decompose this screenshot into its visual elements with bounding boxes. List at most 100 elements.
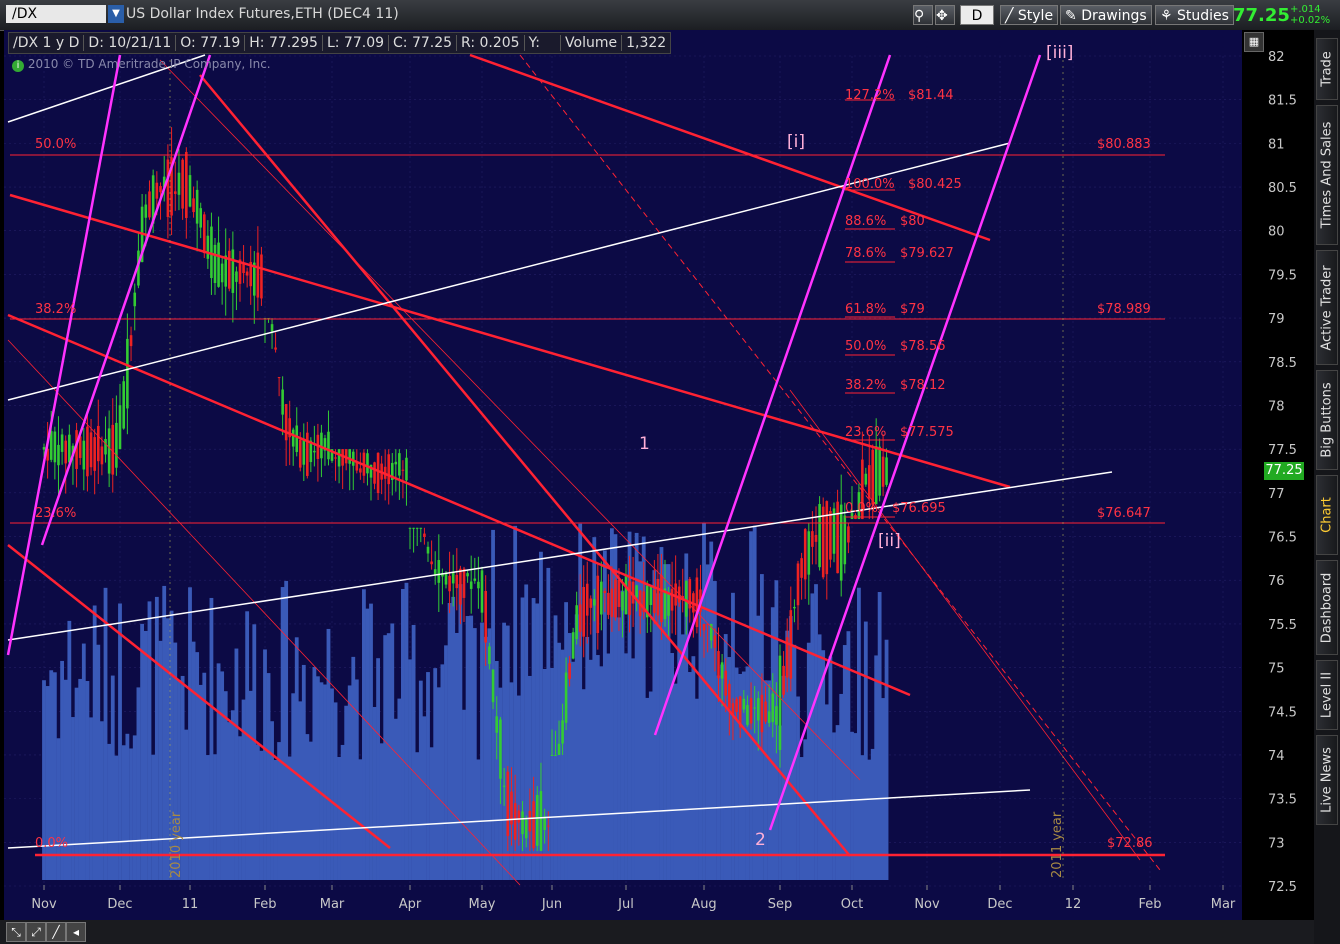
chart-area[interactable]: 50.0% 38.2% 23.6% 0.0% $80.883 $78.989 $… bbox=[4, 30, 1242, 920]
style-button[interactable]: ╱ Style bbox=[1000, 5, 1059, 25]
candle-body bbox=[426, 546, 430, 554]
time-tick-label: Jul bbox=[617, 897, 634, 912]
volume-bar bbox=[205, 755, 210, 880]
tab-active-trader[interactable]: Active Trader bbox=[1316, 250, 1338, 365]
studies-button[interactable]: ⚘ Studies bbox=[1155, 5, 1234, 25]
zoom-in-icon[interactable]: ⤢ bbox=[26, 922, 46, 942]
volume-bar bbox=[358, 759, 363, 880]
info-icon[interactable]: i bbox=[12, 60, 24, 72]
candle-body bbox=[306, 432, 309, 476]
zoom-icon[interactable]: ⚲ bbox=[913, 5, 933, 25]
candle-body bbox=[728, 683, 731, 709]
volume-bar bbox=[376, 658, 380, 880]
volume-bar bbox=[606, 653, 611, 880]
volume-bar bbox=[451, 596, 456, 880]
candle-body bbox=[89, 432, 93, 468]
volume-bar bbox=[716, 675, 721, 880]
fib-retrace-pct: 61.8% bbox=[845, 302, 886, 317]
time-tick-label: Mar bbox=[320, 897, 345, 912]
tab-live-news[interactable]: Live News bbox=[1316, 735, 1338, 825]
tab-label: Level II bbox=[1319, 671, 1335, 719]
tab-big-buttons[interactable]: Big Buttons bbox=[1316, 370, 1338, 470]
volume-bar bbox=[881, 698, 885, 880]
instrument-description: US Dollar Index Futures,ETH (DEC4 11) bbox=[126, 6, 399, 22]
volume-bar bbox=[673, 683, 678, 880]
candle-body bbox=[419, 527, 423, 529]
candle-body bbox=[199, 208, 203, 228]
candle-body bbox=[188, 175, 192, 207]
candle-body bbox=[800, 558, 803, 578]
candle-body bbox=[213, 244, 217, 283]
time-tick-label: Feb bbox=[1138, 897, 1161, 912]
candle-body bbox=[532, 801, 535, 849]
symbol-input[interactable]: /DX bbox=[6, 5, 106, 23]
scroll-left-icon[interactable]: ◂ bbox=[66, 922, 86, 942]
tab-level-ii[interactable]: Level II bbox=[1316, 660, 1338, 730]
price-scale[interactable]: ▦ 82 81.5 81 80.5 80 79.5 79 78.5 78 77.5 77 76.5 76… bbox=[1242, 30, 1314, 920]
candle-body bbox=[617, 579, 621, 607]
fib-left-label: 23.6% bbox=[35, 506, 76, 521]
volume-bar bbox=[687, 672, 692, 880]
time-tick-label: Apr bbox=[399, 897, 422, 912]
volume-bar bbox=[397, 698, 402, 880]
volume-bar bbox=[202, 672, 207, 880]
volume-bar bbox=[216, 663, 221, 880]
volume-bar bbox=[259, 750, 264, 880]
symbol-dropdown-icon[interactable]: ▼ bbox=[108, 5, 124, 23]
candle-body bbox=[547, 825, 550, 827]
candle-body bbox=[298, 439, 302, 468]
volume-bar bbox=[266, 673, 271, 880]
time-tick-label: 12 bbox=[1065, 897, 1082, 912]
candle-body bbox=[437, 560, 441, 583]
candle-body bbox=[864, 473, 868, 485]
tab-times-and-sales[interactable]: Times And Sales bbox=[1316, 105, 1338, 245]
volume-bar bbox=[581, 689, 586, 880]
price-tick-label: 75.5 bbox=[1268, 618, 1297, 633]
candle-body bbox=[351, 451, 355, 466]
timeframe-button[interactable]: D bbox=[960, 5, 994, 25]
draw-line-icon[interactable]: ╱ bbox=[46, 922, 66, 942]
candle-body bbox=[717, 651, 720, 679]
candle-body bbox=[702, 623, 706, 631]
candle-body bbox=[111, 424, 115, 475]
candle-body bbox=[624, 574, 628, 615]
volume-bar bbox=[483, 636, 488, 880]
candle-body bbox=[667, 592, 670, 616]
crosshair-icon[interactable]: ✥ bbox=[935, 5, 955, 25]
volume-bar bbox=[323, 684, 327, 880]
bottom-toolbar: ⤡ ⤢ ╱ ◂ bbox=[0, 920, 1314, 944]
candle-body bbox=[159, 186, 162, 193]
volume-bar bbox=[245, 611, 250, 880]
studies-icon: ⚘ bbox=[1160, 8, 1173, 24]
candle-body bbox=[235, 271, 238, 282]
candle-body bbox=[878, 446, 881, 496]
candle-body bbox=[484, 590, 487, 643]
fib-retrace-pct: 0.0% bbox=[845, 501, 878, 516]
price-chart[interactable]: 50.0% 38.2% 23.6% 0.0% $80.883 $78.989 $… bbox=[4, 30, 1242, 920]
volume-bar bbox=[252, 624, 257, 880]
fib-right-label: $76.647 bbox=[1097, 506, 1151, 521]
zoom-out-icon[interactable]: ⤡ bbox=[6, 922, 26, 942]
candle-body bbox=[554, 754, 557, 756]
tab-label: Live News bbox=[1319, 747, 1335, 813]
candle-body bbox=[284, 404, 288, 441]
price-tick-label: 80.5 bbox=[1268, 181, 1297, 196]
candle-body bbox=[274, 347, 277, 350]
volume-bar bbox=[319, 682, 324, 880]
fib-retrace-price: $81.44 bbox=[908, 88, 954, 103]
volume-bar bbox=[803, 739, 808, 880]
candle-body bbox=[412, 527, 415, 529]
price-tick-label: 77.5 bbox=[1268, 443, 1297, 458]
drawings-label: Drawings bbox=[1081, 8, 1147, 24]
volume-bar bbox=[691, 656, 696, 880]
tab-trade[interactable]: Trade bbox=[1316, 38, 1338, 100]
drawings-button[interactable]: ✎ Drawings bbox=[1060, 5, 1152, 25]
volume-bar bbox=[874, 655, 879, 880]
volume-bar bbox=[835, 725, 840, 880]
candle-body bbox=[874, 446, 878, 505]
tab-chart[interactable]: Chart bbox=[1316, 475, 1338, 555]
tab-dashboard[interactable]: Dashboard bbox=[1316, 560, 1338, 655]
candle-body bbox=[133, 292, 137, 307]
volume-bar bbox=[585, 637, 590, 880]
volume-bar bbox=[107, 743, 112, 880]
